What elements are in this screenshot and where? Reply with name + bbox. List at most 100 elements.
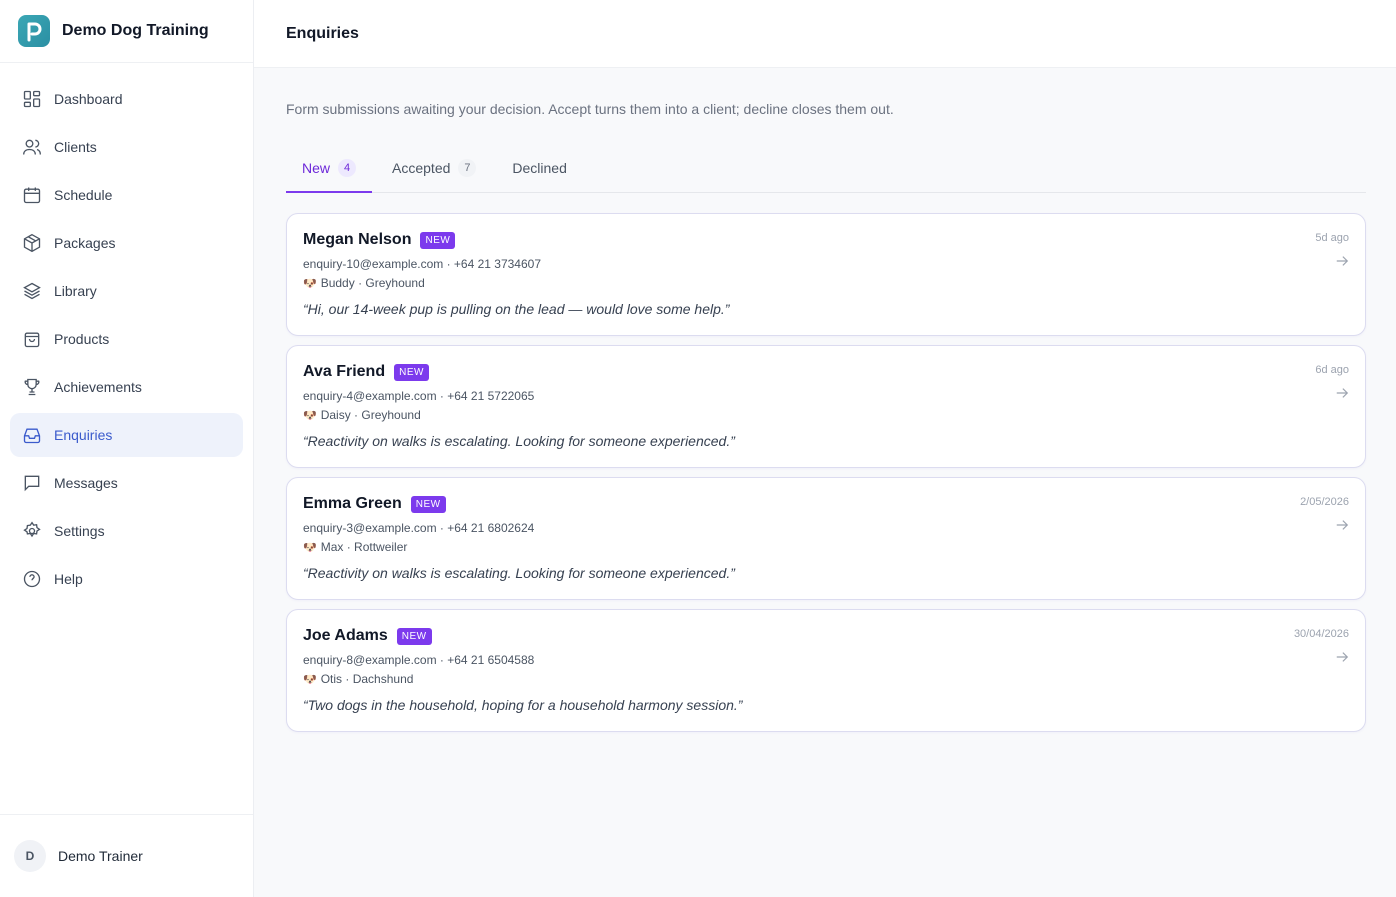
enquiry-time: 6d ago — [1315, 364, 1349, 376]
enquiry-message: “Reactivity on walks is escalating. Look… — [303, 433, 735, 449]
enquiry-name: Emma Green — [303, 495, 402, 512]
sidebar-item-dashboard[interactable]: Dashboard — [10, 77, 243, 121]
status-badge: NEW — [396, 627, 432, 645]
main-area: Enquiries Form submissions awaiting your… — [254, 0, 1396, 897]
tab-accepted[interactable]: Accepted 7 — [376, 145, 492, 193]
enquiry-message: “Reactivity on walks is escalating. Look… — [303, 565, 735, 581]
sidebar-item-clients[interactable]: Clients — [10, 125, 243, 169]
brand[interactable]: Demo Dog Training — [0, 0, 253, 63]
sidebar-item-library[interactable]: Library — [10, 269, 243, 313]
enquiry-card[interactable]: Emma Green NEW enquiry-3@example.com · +… — [286, 477, 1366, 600]
enquiry-card[interactable]: Ava Friend NEW enquiry-4@example.com · +… — [286, 345, 1366, 468]
sidebar-item-messages[interactable]: Messages — [10, 461, 243, 505]
enquiry-contact: enquiry-4@example.com · +64 21 5722065 — [303, 389, 535, 403]
tabs: New 4 Accepted 7 Declined — [286, 145, 1366, 193]
enquiry-header: Megan Nelson NEW — [303, 231, 1349, 249]
sidebar-item-label: Library — [54, 283, 97, 299]
dog-icon: 🐶 — [303, 409, 317, 422]
enquiry-contact: enquiry-10@example.com · +64 21 3734607 — [303, 257, 541, 271]
enquiry-contact: enquiry-3@example.com · +64 21 6802624 — [303, 521, 535, 535]
dog-info: Max · Rottweiler — [320, 540, 408, 554]
sidebar-item-label: Help — [54, 571, 83, 587]
sidebar-item-settings[interactable]: Settings — [10, 509, 243, 553]
enquiry-dog: 🐶 Buddy · Greyhound — [303, 276, 1349, 290]
sidebar: Demo Dog Training Dashboard Clients Sche… — [0, 0, 254, 897]
gear-icon — [23, 521, 41, 538]
arrow-right-icon — [1336, 652, 1349, 662]
dog-icon: 🐶 — [303, 541, 317, 554]
page-subtitle: Form submissions awaiting your decision.… — [286, 101, 894, 117]
tab-declined[interactable]: Declined — [496, 145, 582, 193]
sidebar-item-label: Clients — [54, 139, 97, 155]
enquiry-header: Emma Green NEW — [303, 495, 1349, 513]
sidebar-item-label: Achievements — [54, 379, 142, 395]
sidebar-item-label: Products — [54, 331, 110, 347]
message-icon — [24, 475, 40, 492]
sidebar-item-achievements[interactable]: Achievements — [10, 365, 243, 409]
dog-icon: 🐶 — [303, 673, 317, 686]
sidebar-item-label: Enquiries — [54, 427, 113, 443]
sidebar-item-label: Settings — [54, 523, 105, 539]
enquiry-time: 2/05/2026 — [1300, 496, 1349, 508]
sidebar-item-enquiries[interactable]: Enquiries — [10, 413, 243, 457]
topbar: Enquiries — [254, 0, 1396, 68]
sidebar-nav: Dashboard Clients Schedule Packages Libr… — [0, 63, 253, 814]
tab-new[interactable]: New 4 — [286, 145, 373, 193]
tab-label: New — [302, 160, 331, 176]
sidebar-item-label: Schedule — [54, 187, 113, 203]
dog-info: Otis · Dachshund — [320, 672, 414, 686]
shopping-bag-icon — [24, 332, 40, 348]
enquiry-time: 5d ago — [1315, 232, 1349, 244]
layers-icon — [23, 282, 41, 300]
enquiry-card[interactable]: Megan Nelson NEW enquiry-10@example.com … — [286, 213, 1366, 336]
calendar-icon — [23, 187, 41, 204]
users-icon — [23, 139, 41, 155]
user-name: Demo Trainer — [58, 848, 143, 864]
brand-name: Demo Dog Training — [62, 22, 209, 39]
arrow-right-icon — [1336, 256, 1349, 266]
page-title: Enquiries — [286, 24, 359, 42]
sidebar-item-label: Messages — [54, 475, 118, 491]
sidebar-item-label: Packages — [54, 235, 116, 251]
content: Form submissions awaiting your decision.… — [254, 68, 1396, 732]
enquiry-name: Ava Friend — [303, 363, 386, 380]
tab-count: 4 — [338, 159, 357, 177]
dog-info: Buddy · Greyhound — [320, 276, 425, 290]
enquiry-dog: 🐶 Otis · Dachshund — [303, 672, 1349, 686]
status-badge: NEW — [420, 231, 456, 249]
sidebar-item-packages[interactable]: Packages — [10, 221, 243, 265]
enquiry-contact: enquiry-8@example.com · +64 21 6504588 — [303, 653, 535, 667]
enquiry-header: Joe Adams NEW — [303, 627, 1349, 645]
enquiry-list: Megan Nelson NEW enquiry-10@example.com … — [286, 213, 1366, 732]
enquiry-dog: 🐶 Daisy · Greyhound — [303, 408, 1349, 422]
enquiry-name: Megan Nelson — [303, 231, 412, 248]
dog-info: Daisy · Greyhound — [320, 408, 421, 422]
enquiry-header: Ava Friend NEW — [303, 363, 1349, 381]
inbox-icon — [23, 428, 41, 444]
package-icon — [23, 233, 41, 253]
avatar: D — [14, 840, 46, 872]
status-badge: NEW — [410, 495, 446, 513]
dog-icon: 🐶 — [303, 277, 317, 290]
arrow-right-icon — [1336, 520, 1349, 530]
enquiry-message: “Two dogs in the household, hoping for a… — [303, 697, 743, 713]
tab-label: Accepted — [392, 160, 451, 176]
dashboard-icon — [23, 90, 41, 108]
status-badge: NEW — [394, 363, 429, 381]
sidebar-item-schedule[interactable]: Schedule — [10, 173, 243, 217]
enquiry-name: Joe Adams — [303, 627, 388, 644]
enquiry-card[interactable]: Joe Adams NEW enquiry-8@example.com · +6… — [286, 609, 1366, 732]
sidebar-item-label: Dashboard — [54, 91, 123, 107]
enquiry-time: 30/04/2026 — [1293, 628, 1349, 640]
help-icon — [23, 570, 41, 588]
arrow-right-icon — [1336, 388, 1349, 398]
brand-logo-icon — [18, 15, 50, 47]
enquiry-dog: 🐶 Max · Rottweiler — [303, 540, 1349, 554]
enquiry-message: “Hi, our 14-week pup is pulling on the l… — [303, 301, 730, 317]
sidebar-item-help[interactable]: Help — [10, 557, 243, 601]
tab-label: Declined — [512, 160, 567, 176]
sidebar-item-products[interactable]: Products — [10, 317, 243, 361]
trophy-icon — [24, 378, 40, 396]
tab-count: 7 — [458, 159, 477, 177]
user-profile[interactable]: D Demo Trainer — [0, 814, 253, 897]
